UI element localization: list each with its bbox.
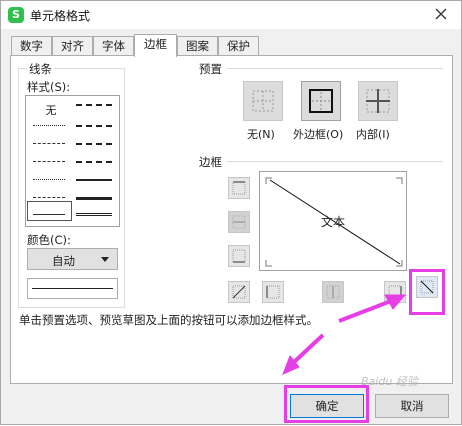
style-dashdot-option[interactable] xyxy=(33,161,65,162)
preset-outline-label: 外边框(O) xyxy=(293,128,344,141)
style-none-option[interactable]: 无 xyxy=(36,102,66,118)
chevron-down-icon xyxy=(101,257,109,262)
border-top-button[interactable] xyxy=(228,177,250,199)
style-hairline-option[interactable] xyxy=(33,125,65,126)
style-medium-dashdot-option[interactable] xyxy=(76,125,112,127)
tab-protection[interactable]: 保护 xyxy=(218,36,259,56)
style-label: 样式(S): xyxy=(27,79,71,95)
style-medium-option[interactable] xyxy=(76,179,112,181)
style-dashdotdot-option[interactable] xyxy=(33,197,65,198)
wps-logo-icon: S xyxy=(8,7,24,23)
preset-inside-label: 内部(I) xyxy=(356,128,390,141)
title-bar: S 单元格格式 xyxy=(1,1,461,29)
color-dropdown[interactable]: 自动 xyxy=(27,248,118,270)
color-dropdown-value: 自动 xyxy=(52,254,75,268)
hint-text: 单击预置选项、预览草图及上面的按钮可以添加边框样式。 xyxy=(19,313,318,327)
style-slant-dashdot-option[interactable] xyxy=(76,143,112,145)
tab-border[interactable]: 边框 xyxy=(134,34,177,57)
color-label: 颜色(C): xyxy=(27,232,71,248)
preset-group-title: 预置 xyxy=(197,61,224,77)
border-inner-horizontal-button[interactable] xyxy=(228,211,250,233)
style-medium-dashdotdot-option[interactable] xyxy=(76,161,112,163)
border-left-button[interactable] xyxy=(262,281,284,303)
border-diagonal-up-button[interactable] xyxy=(228,281,250,303)
style-double-option[interactable] xyxy=(76,213,112,216)
style-thick-option[interactable] xyxy=(76,197,112,200)
border-bottom-button[interactable] xyxy=(228,245,250,267)
preset-outline-button[interactable] xyxy=(301,81,341,121)
border-right-button[interactable] xyxy=(384,281,406,303)
ok-button-highlight xyxy=(284,385,369,423)
cancel-button[interactable]: 取消 xyxy=(375,394,449,418)
tab-number[interactable]: 数字 xyxy=(11,36,52,56)
window-title: 单元格格式 xyxy=(30,9,91,23)
line-style-preview xyxy=(27,278,118,299)
preset-inside-button[interactable] xyxy=(358,81,398,121)
style-dashed-option[interactable] xyxy=(33,143,65,144)
tab-font[interactable]: 字体 xyxy=(93,36,134,56)
border-group-divider xyxy=(227,161,443,162)
style-medium-dashed-option[interactable] xyxy=(76,104,112,106)
tab-alignment[interactable]: 对齐 xyxy=(52,36,93,56)
close-icon[interactable] xyxy=(433,6,449,22)
style-thin-option[interactable] xyxy=(33,214,65,215)
border-group-title: 边框 xyxy=(197,154,224,170)
diagonal-button-highlight xyxy=(409,269,445,315)
format-cells-dialog: S 单元格格式 数字 对齐 字体 边框 图案 保护 线条 样式(S): 无 颜色… xyxy=(0,0,462,425)
preset-none-label: 无(N) xyxy=(247,128,275,141)
watermark-logo: Baidu 经验 xyxy=(361,375,418,388)
preview-sample-text: 文本 xyxy=(321,215,346,229)
preset-group-divider xyxy=(227,68,443,69)
style-dotted-option[interactable] xyxy=(33,179,65,180)
style-selected-option[interactable] xyxy=(27,201,72,221)
preset-none-button[interactable] xyxy=(243,81,283,121)
border-inner-vertical-button[interactable] xyxy=(322,281,344,303)
line-group-title: 线条 xyxy=(27,61,54,77)
tab-pattern[interactable]: 图案 xyxy=(177,36,218,56)
